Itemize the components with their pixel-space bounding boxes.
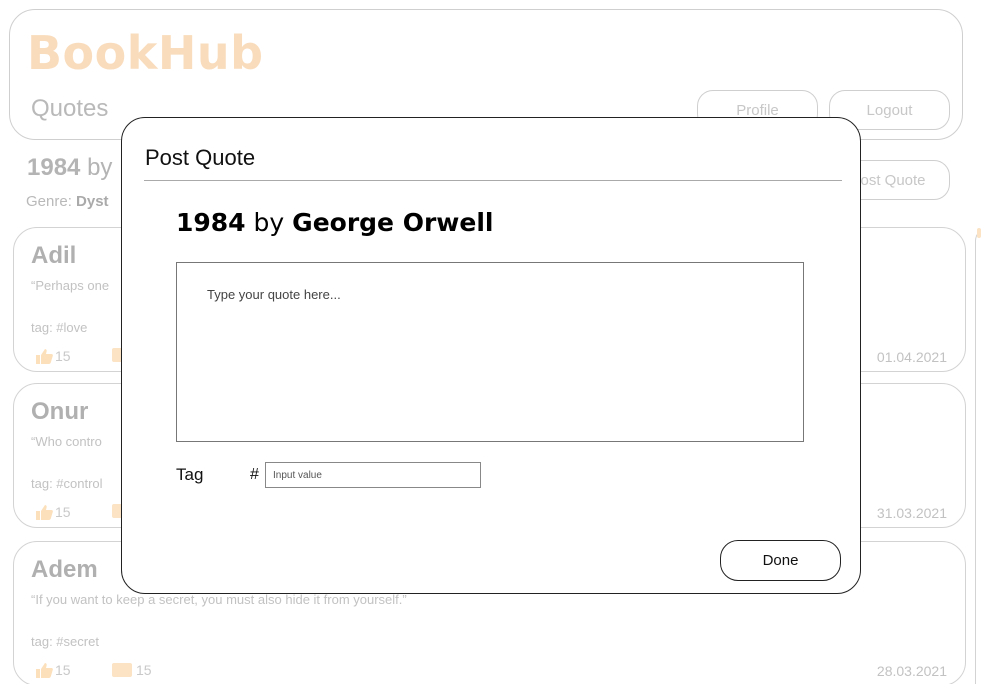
post-quote-dialog: Post Quote 1984 by George Orwell Tag # D… (121, 117, 861, 594)
quote-date: 28.03.2021 (876, 663, 947, 679)
tag-input[interactable] (265, 462, 481, 488)
quote-username[interactable]: Onur (31, 398, 88, 426)
like-button[interactable]: 15 (35, 662, 71, 678)
like-count: 15 (55, 348, 71, 364)
side-panel-marker (977, 228, 981, 238)
dialog-title: Post Quote (145, 145, 256, 170)
genre-label: Genre: (26, 193, 72, 210)
genre-value: Dyst (76, 193, 109, 210)
quote-textarea[interactable] (176, 262, 804, 442)
book-by: by (87, 154, 113, 181)
book-heading: 1984 by (27, 154, 112, 182)
quote-tag[interactable]: tag: #love (31, 320, 87, 335)
book-genre: Genre: Dyst (26, 193, 109, 210)
like-count: 15 (55, 504, 71, 520)
thumbs-up-icon (36, 505, 53, 520)
like-button[interactable]: 15 (35, 348, 71, 364)
quote-tag[interactable]: tag: #control (31, 476, 103, 491)
dialog-book-by: by (253, 208, 285, 237)
comment-icon (112, 663, 132, 677)
comment-button[interactable]: 15 (112, 662, 152, 678)
quote-text: “Who contro (31, 434, 102, 449)
like-count: 15 (55, 662, 71, 678)
comment-count: 15 (136, 662, 152, 678)
quote-text: “Perhaps one (31, 278, 110, 293)
tag-label: Tag (176, 465, 204, 484)
thumbs-up-icon (36, 349, 53, 364)
app-logo[interactable]: BookHub (27, 26, 264, 80)
quote-date: 31.03.2021 (876, 505, 947, 521)
book-title: 1984 (27, 154, 81, 181)
dialog-book-heading: 1984 by George Orwell (176, 208, 493, 237)
quote-tag[interactable]: tag: #secret (31, 634, 99, 649)
quote-username[interactable]: Adem (31, 556, 98, 584)
dialog-book-author: George Orwell (292, 208, 494, 237)
quote-date: 01.04.2021 (876, 349, 947, 365)
tag-hash-prefix: # (250, 466, 259, 483)
thumbs-up-icon (36, 663, 53, 678)
dialog-divider (144, 180, 842, 181)
page-title: Quotes (31, 95, 109, 122)
quote-username[interactable]: Adil (31, 242, 76, 270)
like-button[interactable]: 15 (35, 504, 71, 520)
side-panel-edge (975, 227, 981, 684)
quote-text: “If you want to keep a secret, you must … (31, 592, 407, 607)
dialog-book-title: 1984 (176, 208, 246, 237)
done-button[interactable]: Done (720, 540, 841, 581)
